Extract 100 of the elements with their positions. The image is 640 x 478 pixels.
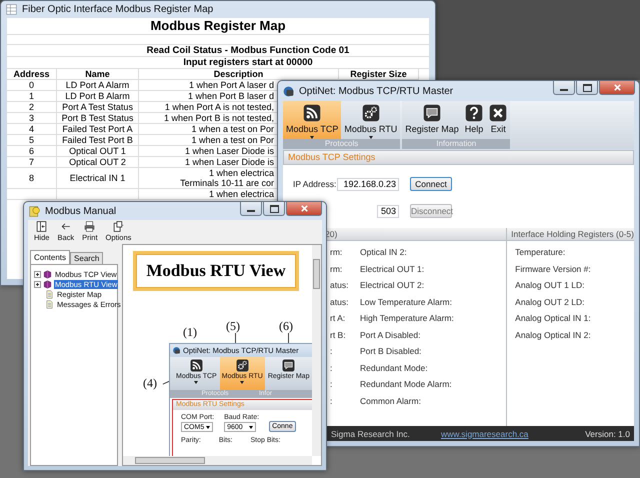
vertical-scrollbar[interactable] bbox=[312, 245, 321, 456]
field-label: Common Alarm: bbox=[360, 396, 422, 408]
help-icon bbox=[465, 104, 483, 122]
table-cell: 5 bbox=[7, 135, 57, 146]
table-cell: Optical OUT 1 bbox=[57, 146, 139, 157]
table-cell: LD Port B Alarm bbox=[57, 91, 139, 102]
field-label: : bbox=[330, 379, 334, 391]
field-label: Electrical OUT 1: bbox=[360, 264, 426, 276]
table-cell: Failed Test Port B bbox=[57, 135, 139, 146]
expand-icon[interactable] bbox=[34, 271, 41, 278]
field-label: rt B: bbox=[330, 330, 347, 342]
ribbon-button[interactable]: Modbus TCP bbox=[283, 101, 342, 139]
field-label: rm: bbox=[330, 247, 344, 259]
sheet-heading: Modbus Register Map bbox=[7, 18, 429, 35]
group-label: Information bbox=[402, 139, 510, 149]
document-heading: Modbus RTU View bbox=[133, 251, 299, 291]
section-note: Input registers start at 00000 bbox=[7, 57, 429, 69]
maximize-button[interactable] bbox=[576, 81, 598, 95]
printer-icon bbox=[83, 220, 96, 233]
field-label: Optical IN 2: bbox=[360, 247, 408, 259]
column-header: Address bbox=[7, 69, 57, 80]
close-button[interactable] bbox=[286, 202, 322, 216]
page-icon bbox=[45, 300, 54, 309]
field-label: Firmware Version #: bbox=[515, 264, 592, 276]
port-field[interactable]: 503 bbox=[377, 204, 399, 218]
rss-icon bbox=[190, 359, 203, 372]
field-label: : bbox=[330, 346, 334, 358]
website-link[interactable]: www.sigmaresearch.ca bbox=[441, 428, 586, 438]
ribbon-button[interactable]: Exit bbox=[486, 101, 510, 139]
field-label: Redundant Mode Alarm: bbox=[360, 379, 453, 391]
field-label: atus: bbox=[330, 280, 350, 292]
callout-label: (4) bbox=[143, 376, 157, 391]
ribbon-button[interactable]: Help bbox=[462, 101, 486, 139]
field-label: Port A Disabled: bbox=[360, 330, 422, 342]
maximize-button[interactable] bbox=[263, 202, 285, 216]
settings-header: Modbus TCP Settings bbox=[283, 150, 634, 165]
callout-label: (5) bbox=[226, 319, 240, 334]
ribbon-button[interactable]: Register Map bbox=[402, 101, 462, 139]
close-icon bbox=[300, 204, 308, 213]
sheet-icon bbox=[5, 3, 18, 16]
gears-icon bbox=[236, 359, 249, 372]
table-cell: 6 bbox=[7, 146, 57, 157]
connect-button[interactable]: Connect bbox=[410, 177, 452, 191]
field-label: High Temperature Alarm: bbox=[360, 313, 454, 325]
speech-bubble-icon bbox=[282, 359, 296, 372]
field-label: Redundant Mode: bbox=[360, 362, 429, 374]
field-label: Analog OUT 1 LD: bbox=[515, 280, 586, 292]
table-cell: 8 bbox=[7, 168, 57, 189]
field-label: rm: bbox=[330, 264, 344, 276]
field-label: Analog OUT 2 LD: bbox=[515, 296, 586, 309]
callout-label: (6) bbox=[279, 319, 293, 334]
field-label: Port B Disabled: bbox=[360, 346, 422, 358]
callout-label: (1) bbox=[183, 325, 197, 340]
table-cell: 7 bbox=[7, 157, 57, 168]
rss-icon bbox=[303, 104, 322, 122]
book-icon bbox=[43, 270, 52, 279]
close-icon bbox=[612, 83, 622, 92]
column-header: Name bbox=[57, 69, 139, 80]
table-cell: Optical OUT 2 bbox=[57, 157, 139, 168]
table-cell: Port B Test Status bbox=[57, 113, 139, 124]
caret-icon bbox=[249, 426, 254, 428]
help-book-icon bbox=[28, 204, 41, 218]
close-button[interactable] bbox=[599, 81, 635, 95]
field-label: rt A: bbox=[330, 313, 346, 325]
caret-icon bbox=[240, 381, 244, 384]
table-cell: Port A Test Status bbox=[57, 102, 139, 113]
field-label: : bbox=[330, 362, 334, 374]
field-label: Analog Optical IN 1: bbox=[515, 313, 592, 325]
table-cell: LD Port A Alarm bbox=[57, 80, 139, 91]
expand-icon[interactable] bbox=[34, 281, 41, 288]
field-label: Electrical OUT 2: bbox=[360, 280, 426, 292]
caret-icon bbox=[206, 426, 210, 428]
table-cell: 2 bbox=[7, 102, 57, 113]
document-icon bbox=[112, 220, 125, 233]
table-cell: 4 bbox=[7, 124, 57, 135]
app-icon bbox=[282, 84, 295, 98]
field-label: Low Temperature Alarm: bbox=[360, 296, 453, 309]
table-cell: Electrical IN 1 bbox=[57, 168, 139, 189]
tab[interactable]: Contents bbox=[30, 250, 70, 264]
app-icon bbox=[172, 346, 181, 355]
gears-icon bbox=[362, 104, 380, 122]
field-label: Temperature: bbox=[515, 247, 566, 259]
minimize-button[interactable] bbox=[240, 202, 262, 216]
ip-address-field[interactable]: 192.168.0.23 bbox=[337, 178, 399, 190]
window-title: Fiber Optic Interface Modbus Register Map bbox=[22, 4, 214, 15]
panel-icon bbox=[35, 220, 48, 233]
caret-icon bbox=[194, 381, 198, 384]
tab[interactable]: Search bbox=[70, 252, 104, 264]
close-icon bbox=[489, 104, 508, 122]
field-label: atus: bbox=[330, 296, 350, 308]
table-cell: 3 bbox=[7, 113, 57, 124]
minimize-button[interactable] bbox=[553, 81, 575, 95]
horizontal-scrollbar[interactable] bbox=[123, 456, 312, 465]
field-label: IP Address: bbox=[293, 179, 337, 189]
version-text: Version: 1.0 bbox=[585, 428, 630, 438]
table-cell bbox=[7, 189, 57, 200]
speech-bubble-icon bbox=[422, 104, 441, 122]
table-cell: 1 bbox=[7, 91, 57, 102]
field-label: : bbox=[330, 396, 334, 408]
window-title: Modbus Manual bbox=[45, 206, 118, 216]
